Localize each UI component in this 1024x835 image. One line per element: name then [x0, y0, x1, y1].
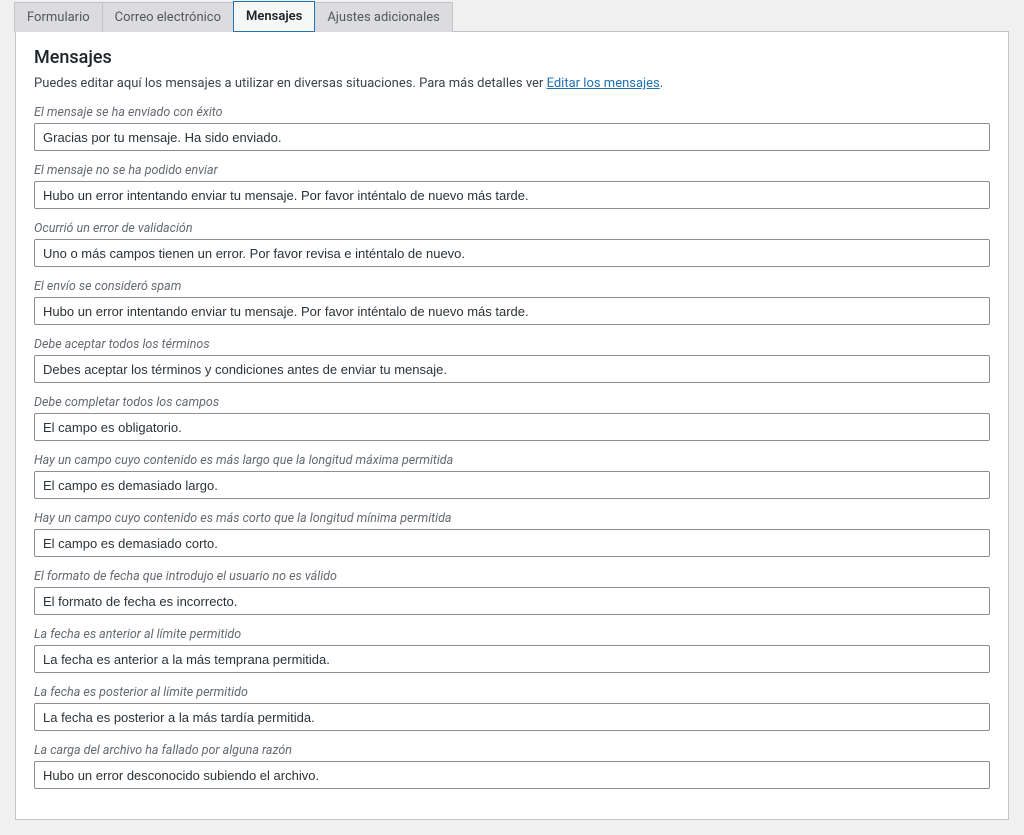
tab-messages[interactable]: Mensajes — [233, 1, 315, 32]
tab-bar: Formulario Correo electrónico Mensajes A… — [0, 0, 1024, 31]
message-field-group: Debe aceptar todos los términos — [34, 337, 990, 383]
panel-description: Puedes editar aquí los mensajes a utiliz… — [34, 76, 990, 91]
message-field-group: Hay un campo cuyo contenido es más largo… — [34, 453, 990, 499]
message-field-group: El formato de fecha que introdujo el usu… — [34, 569, 990, 615]
message-field-input[interactable] — [34, 239, 990, 267]
message-field-input[interactable] — [34, 355, 990, 383]
message-field-label: Ocurrió un error de validación — [34, 221, 990, 236]
message-field-input[interactable] — [34, 761, 990, 789]
message-field-group: Hay un campo cuyo contenido es más corto… — [34, 511, 990, 557]
message-field-label: Debe completar todos los campos — [34, 395, 990, 410]
message-field-label: Debe aceptar todos los términos — [34, 337, 990, 352]
message-field-group: La fecha es anterior al límite permitido — [34, 627, 990, 673]
message-field-input[interactable] — [34, 703, 990, 731]
message-field-input[interactable] — [34, 413, 990, 441]
panel-title: Mensajes — [34, 47, 990, 68]
message-field-input[interactable] — [34, 529, 990, 557]
message-field-group: La fecha es posterior al límite permitid… — [34, 685, 990, 731]
message-field-group: Ocurrió un error de validación — [34, 221, 990, 267]
message-field-label: El mensaje se ha enviado con éxito — [34, 105, 990, 120]
message-field-group: El mensaje no se ha podido enviar — [34, 163, 990, 209]
message-field-label: Hay un campo cuyo contenido es más largo… — [34, 453, 990, 468]
message-field-group: El envío se consideró spam — [34, 279, 990, 325]
message-field-input[interactable] — [34, 587, 990, 615]
tab-mail[interactable]: Correo electrónico — [102, 2, 234, 32]
message-field-group: Debe completar todos los campos — [34, 395, 990, 441]
messages-panel: Mensajes Puedes editar aquí los mensajes… — [15, 31, 1009, 820]
message-field-input[interactable] — [34, 471, 990, 499]
message-field-input[interactable] — [34, 123, 990, 151]
message-field-input[interactable] — [34, 181, 990, 209]
message-field-group: La carga del archivo ha fallado por algu… — [34, 743, 990, 789]
panel-description-link[interactable]: Editar los mensajes — [547, 76, 660, 91]
message-field-group: El mensaje se ha enviado con éxito — [34, 105, 990, 151]
tab-additional[interactable]: Ajustes adicionales — [314, 2, 453, 32]
message-field-label: La fecha es posterior al límite permitid… — [34, 685, 990, 700]
panel-description-post: . — [660, 76, 663, 91]
message-field-label: Hay un campo cuyo contenido es más corto… — [34, 511, 990, 526]
message-field-label: La fecha es anterior al límite permitido — [34, 627, 990, 642]
message-field-input[interactable] — [34, 645, 990, 673]
message-field-input[interactable] — [34, 297, 990, 325]
message-field-label: La carga del archivo ha fallado por algu… — [34, 743, 990, 758]
panel-description-pre: Puedes editar aquí los mensajes a utiliz… — [34, 76, 547, 91]
message-field-label: El mensaje no se ha podido enviar — [34, 163, 990, 178]
message-field-label: El envío se consideró spam — [34, 279, 990, 294]
tab-form[interactable]: Formulario — [14, 2, 103, 32]
message-field-label: El formato de fecha que introdujo el usu… — [34, 569, 990, 584]
